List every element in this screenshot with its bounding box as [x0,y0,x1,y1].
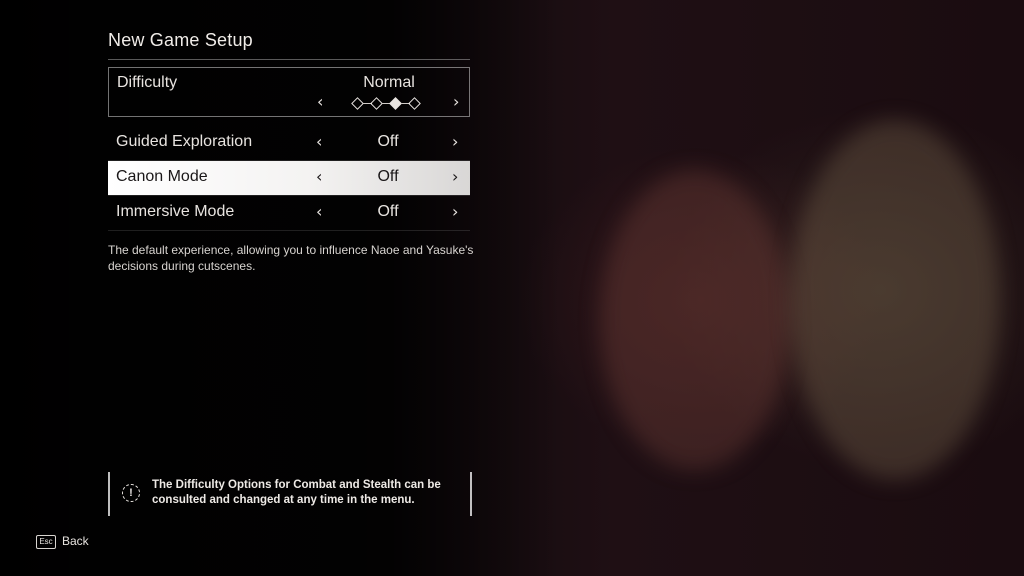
option-description: The default experience, allowing you to … [108,243,474,273]
alert-icon: ! [122,484,140,502]
option-value: Off [377,168,399,185]
back-label: Back [62,534,89,548]
difficulty-pip-icon [408,97,421,110]
difficulty-selector[interactable]: Difficulty Normal ‹ › [108,67,470,117]
difficulty-notice: ! The Difficulty Options for Combat and … [108,472,472,516]
background-figure-right [790,120,1000,480]
difficulty-next-arrow[interactable]: › [453,92,459,111]
background-figure-left [600,170,790,470]
option-label: Canon Mode [116,168,208,185]
esc-key-icon: Esc [36,535,56,549]
title-divider [108,59,470,60]
option-row-guided-exploration[interactable]: Guided Exploration ‹ Off › [108,126,470,160]
notice-text: The Difficulty Options for Combat and St… [152,479,441,506]
row-divider [108,230,470,231]
option-next-arrow[interactable]: › [452,167,458,186]
difficulty-pip-icon [389,97,402,110]
difficulty-prev-arrow[interactable]: ‹ [317,92,323,111]
option-row-immersive-mode[interactable]: Immersive Mode ‹ Off › [108,196,470,230]
option-prev-arrow[interactable]: ‹ [316,132,322,151]
option-value: Off [377,203,399,220]
difficulty-label: Difficulty [117,74,178,91]
option-next-arrow[interactable]: › [452,202,458,221]
option-value: Off [377,133,399,150]
difficulty-value: Normal [363,74,415,91]
option-row-canon-mode[interactable]: Canon Mode ‹ Off › [108,161,470,195]
game-screen: New Game Setup Difficulty Normal ‹ › Gui… [0,0,1024,576]
option-label: Guided Exploration [116,133,253,150]
option-next-arrow[interactable]: › [452,132,458,151]
difficulty-pip-icon [351,97,364,110]
difficulty-pip-icon [370,97,383,110]
option-prev-arrow[interactable]: ‹ [316,202,322,221]
page-title: New Game Setup [108,30,253,50]
option-prev-arrow[interactable]: ‹ [316,167,322,186]
option-label: Immersive Mode [116,203,235,220]
